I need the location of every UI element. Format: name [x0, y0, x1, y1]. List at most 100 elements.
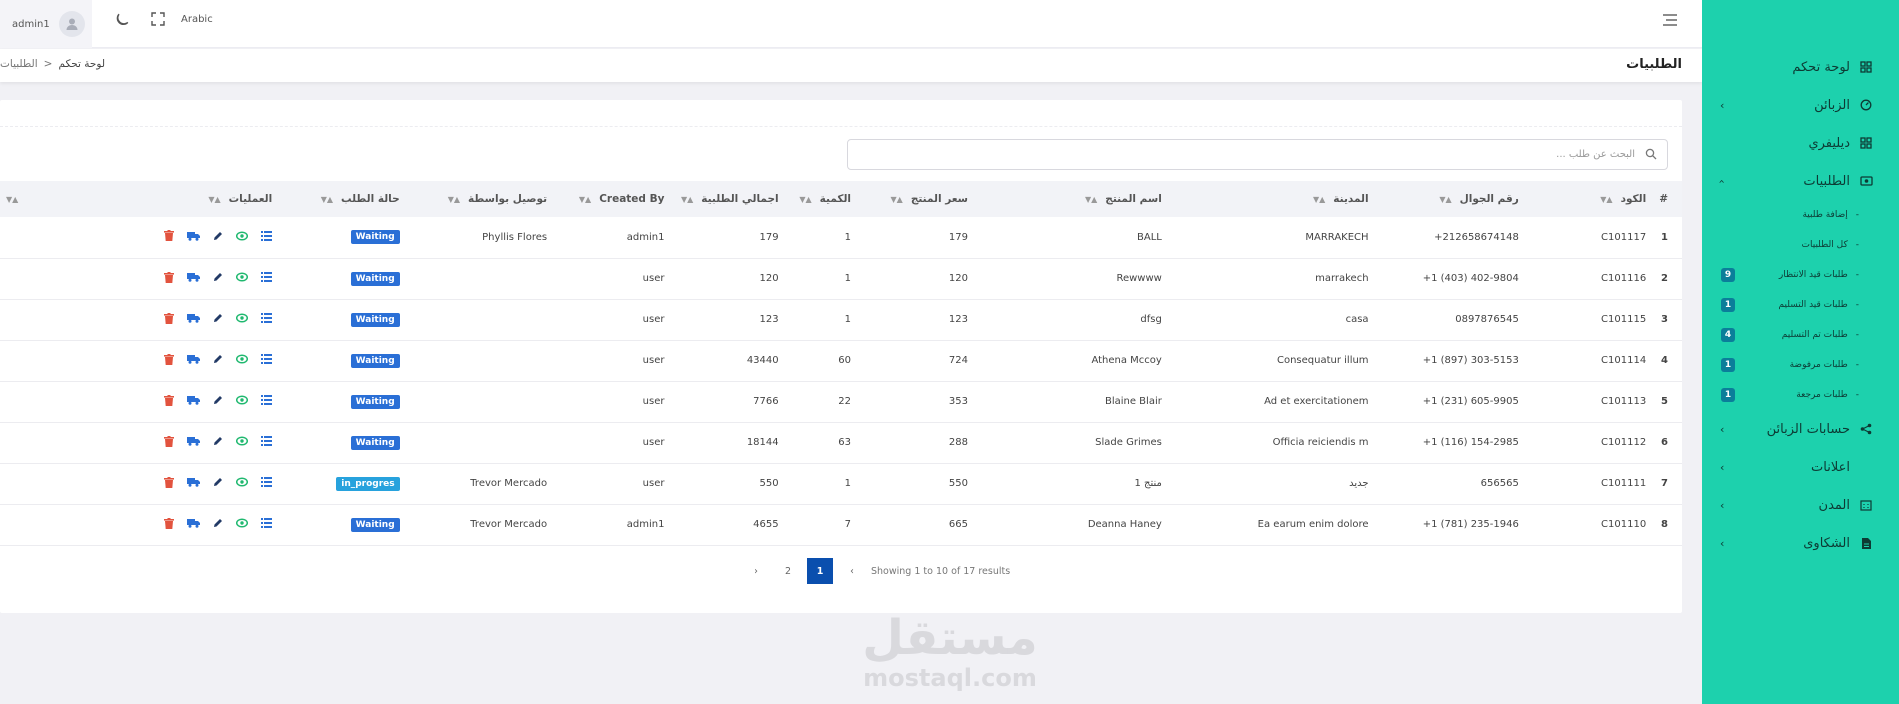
column-header[interactable]: العمليات▲▼▲▼	[0, 181, 278, 217]
truck-icon[interactable]	[187, 354, 201, 364]
list-icon[interactable]	[261, 395, 273, 405]
list-icon[interactable]	[261, 272, 273, 282]
truck-icon[interactable]	[187, 477, 201, 487]
next-page-button[interactable]: ›	[839, 558, 865, 584]
language-switch[interactable]: Arabic	[181, 14, 213, 25]
column-header[interactable]: Created By▲▼	[553, 181, 670, 217]
search-input[interactable]: البحث عن طلب ...	[847, 139, 1668, 170]
column-header[interactable]: المدينة▲▼	[1168, 181, 1375, 217]
view-icon[interactable]	[236, 354, 249, 364]
column-header[interactable]: الكمية▲▼	[785, 181, 857, 217]
list-icon[interactable]	[261, 518, 273, 528]
edit-icon[interactable]	[213, 354, 223, 364]
orders-icon	[1859, 174, 1873, 188]
cell-actions	[0, 504, 278, 545]
chevron-left-icon: ›	[1720, 536, 1725, 550]
delete-icon[interactable]	[164, 435, 175, 447]
view-icon[interactable]	[236, 436, 249, 446]
delete-icon[interactable]	[164, 476, 175, 488]
page-button-2[interactable]: 2	[775, 558, 801, 584]
cell-actions	[0, 463, 278, 504]
view-icon[interactable]	[236, 395, 249, 405]
breadcrumb-home[interactable]: لوحة تحكم	[58, 58, 105, 70]
fullscreen-icon[interactable]	[150, 11, 166, 31]
edit-icon[interactable]	[213, 231, 223, 241]
view-icon[interactable]	[236, 231, 249, 241]
sidebar-subitem-add-order[interactable]: - إضافة طلبية	[1702, 200, 1899, 230]
column-header[interactable]: رقم الجوال▲▼	[1375, 181, 1525, 217]
sidebar-subitem-returned[interactable]: - طلبات مرجعة 1	[1702, 380, 1899, 410]
view-icon[interactable]	[236, 272, 249, 282]
sidebar-item-customers[interactable]: الزبائن ›	[1702, 86, 1899, 124]
cell-product: Deanna Haney	[1087, 519, 1162, 530]
truck-icon[interactable]	[187, 518, 201, 528]
cell-idx: 3	[1661, 314, 1668, 325]
list-icon[interactable]	[261, 230, 273, 241]
top-header: admin1 Arabic	[0, 0, 1702, 48]
view-icon[interactable]	[236, 518, 249, 528]
cell-city: Consequatur illum	[1276, 355, 1369, 366]
cell-price: 288	[948, 437, 968, 448]
delete-icon[interactable]	[164, 353, 175, 365]
list-icon[interactable]	[261, 436, 273, 446]
edit-icon[interactable]	[213, 313, 223, 323]
column-header[interactable]: اجمالي الطلبية▲▼	[670, 181, 784, 217]
truck-icon[interactable]	[187, 313, 201, 323]
cell-actions	[0, 381, 278, 422]
edit-icon[interactable]	[213, 518, 223, 528]
column-header[interactable]: سعر المنتج▲▼	[857, 181, 974, 217]
column-header[interactable]: الكود▲▼	[1525, 181, 1652, 217]
delete-icon[interactable]	[164, 271, 175, 283]
sidebar-item-cities[interactable]: المدن ›	[1702, 486, 1899, 524]
menu-toggle-icon[interactable]	[1661, 12, 1679, 32]
sidebar-item-orders[interactable]: الطلبيات ›	[1702, 162, 1899, 200]
dark-mode-icon[interactable]	[113, 11, 131, 33]
breadcrumb: لوحة تحكم < الطلبيات	[0, 58, 105, 70]
truck-icon[interactable]	[187, 272, 201, 282]
sidebar-subitem-rejected[interactable]: - طلبات مرفوضة 1	[1702, 350, 1899, 380]
edit-icon[interactable]	[213, 477, 223, 487]
truck-icon[interactable]	[187, 395, 201, 405]
user-menu[interactable]: admin1	[0, 0, 92, 48]
edit-icon[interactable]	[213, 436, 223, 446]
cell-total: 4655	[753, 519, 779, 530]
page-button-1[interactable]: 1	[807, 558, 833, 584]
cell-created-by: user	[642, 437, 665, 448]
sidebar-item-delivery[interactable]: ديليفري	[1702, 124, 1899, 162]
cell-status: in_progres	[278, 463, 405, 504]
list-icon[interactable]	[261, 477, 273, 487]
delete-icon[interactable]	[164, 517, 175, 529]
view-icon[interactable]	[236, 477, 249, 487]
sidebar-item-dashboard[interactable]: لوحة تحكم	[1702, 48, 1899, 86]
cell-code: C101117	[1601, 231, 1647, 243]
column-header[interactable]: توصيل بواسطة▲▼	[406, 181, 553, 217]
breadcrumb-separator: <	[43, 58, 53, 70]
edit-icon[interactable]	[213, 272, 223, 282]
sidebar-subitem-delivered[interactable]: - طلبات تم التسليم 4	[1702, 320, 1899, 350]
cell-code: C101114	[1601, 355, 1647, 366]
cell-product: BALL	[1137, 231, 1162, 243]
sidebar-subitem-all-orders[interactable]: - كل الطلبيات	[1702, 230, 1899, 260]
sidebar-subitem-pending[interactable]: - طلبات قيد الانتظار 9	[1702, 260, 1899, 290]
column-header[interactable]: حالة الطلب▲▼	[278, 181, 405, 217]
prev-page-button[interactable]: ‹	[743, 558, 769, 584]
sidebar-item-ads[interactable]: ADS اعلانات ›	[1702, 448, 1899, 486]
list-icon[interactable]	[261, 354, 273, 364]
list-icon[interactable]	[261, 313, 273, 323]
column-header[interactable]: اسم المنتج▲▼	[974, 181, 1168, 217]
cell-phone: +1 (116) 154-2985	[1422, 437, 1519, 448]
column-header[interactable]: #	[1652, 181, 1682, 217]
view-icon[interactable]	[236, 313, 249, 323]
delete-icon[interactable]	[164, 394, 175, 406]
delete-icon[interactable]	[164, 312, 175, 324]
sidebar-item-complaints[interactable]: الشكاوى ›	[1702, 524, 1899, 562]
count-badge: 4	[1721, 328, 1735, 342]
truck-icon[interactable]	[187, 436, 201, 446]
sidebar-subitem-delivering[interactable]: - طلبات قيد التسليم 1	[1702, 290, 1899, 320]
edit-icon[interactable]	[213, 395, 223, 405]
sidebar: لوحة تحكم الزبائن › ديليفري الطلبيات › -…	[1702, 0, 1899, 704]
truck-icon[interactable]	[187, 231, 201, 241]
delete-icon[interactable]	[164, 230, 175, 242]
sidebar-item-customer-accounts[interactable]: حسابات الزبائن ›	[1702, 410, 1899, 448]
table-row: 3 C101115 0897876545 casa dfsg 123 1 123 user Wai…	[0, 299, 1682, 340]
